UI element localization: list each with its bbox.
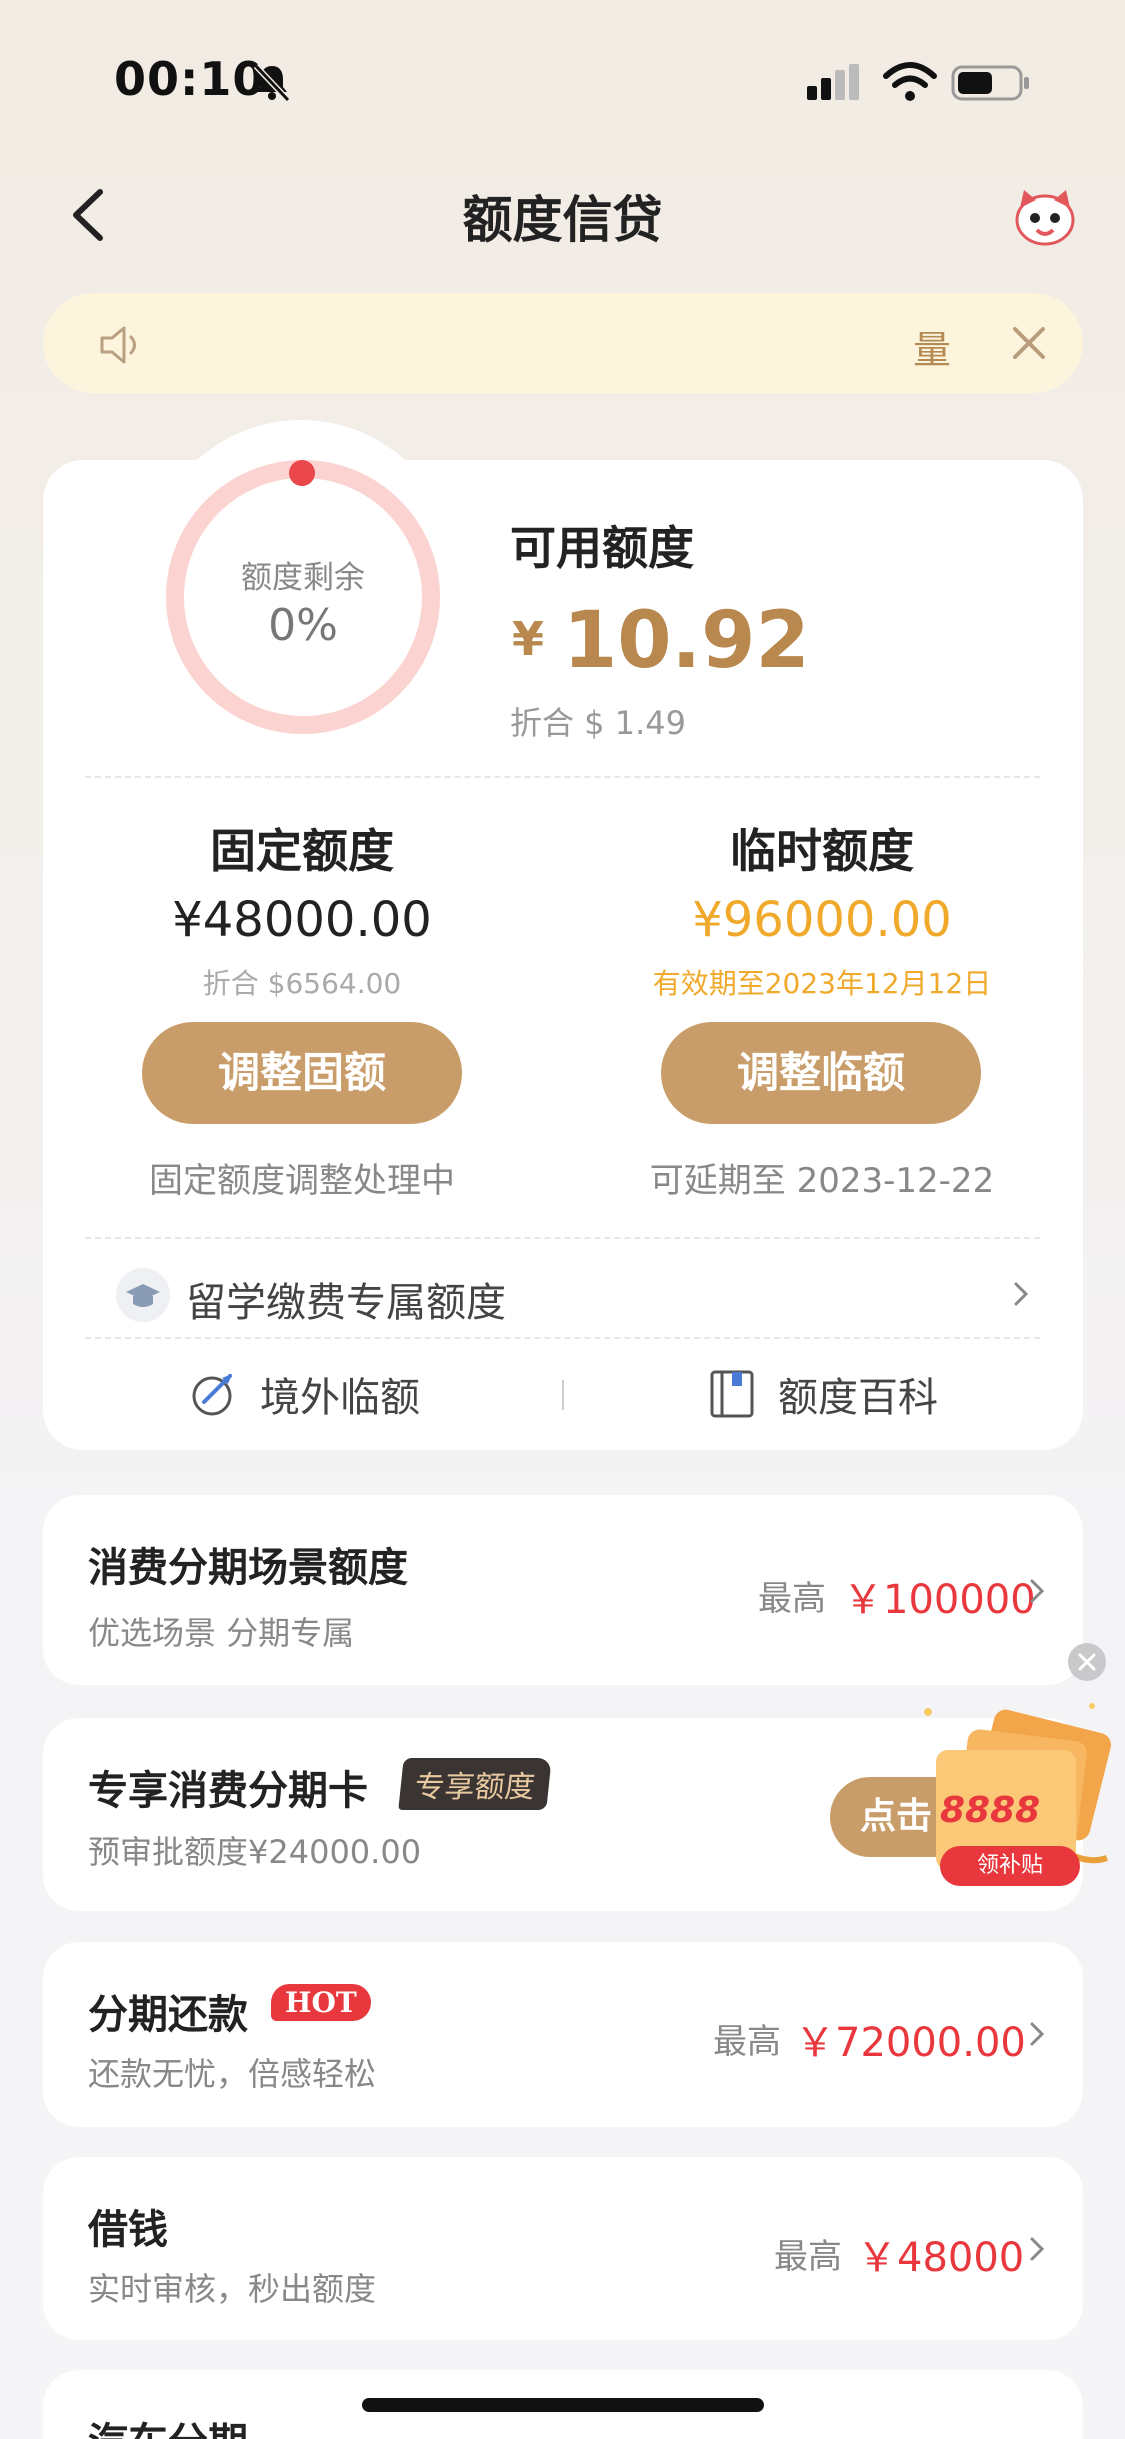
card-title: 消费分期场景额度 — [88, 1545, 408, 1591]
fixed-credit-amount: ¥48000.00 — [172, 892, 432, 948]
installment-repayment-card[interactable]: 分期还款 HOT 还款无忧，倍感轻松 最高 ￥72000.00 — [43, 1942, 1083, 2127]
card-title: 分期还款 — [88, 1992, 248, 2038]
card-subtitle: 还款无忧，倍感轻松 — [88, 2055, 377, 2093]
temp-credit-amount: ¥96000.00 — [692, 892, 952, 948]
max-label: 最高 — [758, 1579, 826, 1619]
status-time: 00:10 — [114, 52, 266, 106]
home-indicator[interactable] — [362, 2398, 764, 2412]
card-subtitle: 优选场景 分期专属 — [88, 1614, 355, 1652]
exclusive-badge: 专享额度 — [398, 1758, 552, 1810]
card-title: 汽车分期 — [88, 2410, 248, 2439]
fixed-credit-title: 固定额度 — [210, 824, 394, 878]
bell-muted-icon — [253, 63, 291, 103]
battery-icon — [951, 65, 1029, 101]
max-value: ￥100000 — [843, 1577, 1036, 1623]
adjust-temp-button[interactable]: 调整临额 — [661, 1022, 981, 1124]
close-icon[interactable] — [1003, 317, 1055, 369]
fixed-credit-usd: 折合 $6564.00 — [202, 967, 402, 1000]
card-title: 专享消费分期卡 — [88, 1768, 368, 1814]
divider — [85, 776, 1040, 778]
overseas-temp-label: 境外临额 — [260, 1375, 420, 1421]
promo-close-button[interactable] — [1068, 1643, 1106, 1681]
remaining-ring — [166, 460, 440, 734]
credit-encyclopedia-link[interactable]: 额度百科 — [708, 1365, 938, 1423]
hot-badge: HOT — [271, 1984, 371, 2021]
ring-label: 额度剩余 — [241, 560, 365, 596]
available-credit-label: 可用额度 — [510, 521, 694, 575]
chevron-right-icon — [1014, 1282, 1029, 1306]
card-subtitle: 预审批额度¥24000.00 — [88, 1833, 422, 1871]
graduation-cap-icon — [116, 1268, 170, 1322]
max-label: 最高 — [713, 2022, 781, 2062]
available-credit-usd: 折合 $ 1.49 — [510, 704, 686, 742]
installment-scene-card[interactable]: 消费分期场景额度 优选场景 分期专属 最高 ￥100000 — [43, 1495, 1083, 1685]
max-value: ￥72000.00 — [795, 2020, 1026, 2066]
notice-bar[interactable]: 量 — [43, 293, 1083, 393]
ring-percent: 0% — [268, 600, 338, 651]
promo-tag[interactable]: 领补贴 — [940, 1846, 1080, 1886]
overseas-temp-link[interactable]: 境外临额 — [186, 1365, 420, 1423]
max-label: 最高 — [774, 2237, 842, 2277]
plane-globe-icon — [192, 1374, 232, 1416]
adjust-fixed-button[interactable]: 调整固额 — [142, 1022, 462, 1124]
divider — [85, 1237, 1040, 1239]
book-icon — [710, 1370, 754, 1418]
max-value: ￥48000 — [857, 2235, 1025, 2281]
card-subtitle: 实时审核，秒出额度 — [88, 2270, 377, 2308]
notice-text: 量 — [913, 328, 952, 372]
page-title: 额度信贷 — [462, 191, 663, 249]
ring-progress-dot — [289, 460, 315, 486]
temp-credit-validity: 有效期至2023年12月12日 — [652, 967, 992, 1000]
chevron-right-icon — [1030, 2237, 1045, 2261]
chevron-right-icon — [1030, 2022, 1045, 2046]
currency-symbol: ¥ — [512, 612, 545, 666]
link-separator — [562, 1380, 564, 1410]
credit-encyclopedia-label: 额度百科 — [778, 1375, 938, 1421]
available-credit-amount: 10.92 — [563, 596, 810, 686]
study-abroad-label: 留学缴费专属额度 — [186, 1280, 506, 1326]
divider — [85, 1337, 1040, 1339]
mascot-assistant-icon[interactable] — [1010, 186, 1080, 248]
speaker-icon — [100, 326, 136, 364]
chevron-right-icon — [1030, 1579, 1045, 1603]
promo-amount: 8888 — [940, 1790, 1041, 1831]
temp-credit-title: 临时额度 — [730, 824, 914, 878]
wifi-icon — [883, 62, 937, 101]
temp-credit-note: 可延期至 2023-12-22 — [649, 1161, 995, 1201]
borrow-card[interactable]: 借钱 实时审核，秒出额度 最高 ￥48000 — [43, 2157, 1083, 2340]
card-title: 借钱 — [88, 2207, 168, 2253]
cellular-signal-icon — [807, 64, 859, 100]
fixed-credit-note: 固定额度调整处理中 — [149, 1161, 455, 1201]
